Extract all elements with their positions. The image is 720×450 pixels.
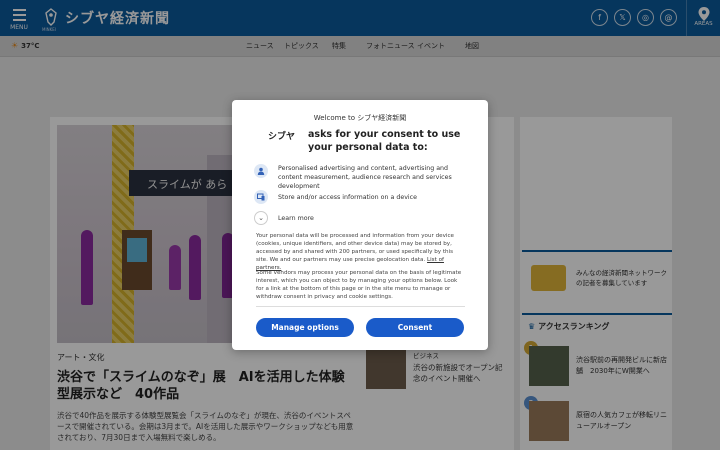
consent-button[interactable]: Consent xyxy=(366,318,464,337)
purpose-text: Store and/or access information on a dev… xyxy=(278,194,418,201)
device-icon xyxy=(254,190,268,204)
dialog-heading: asks for your consent to use your person… xyxy=(308,129,461,153)
person-icon xyxy=(254,164,268,178)
consent-paragraph: Your personal data will be processed and… xyxy=(256,233,454,271)
purpose-item: Personalised advertising and content, ad… xyxy=(254,164,468,191)
learn-more-label: Learn more xyxy=(278,214,314,222)
chevron-down-icon: ⌄ xyxy=(254,211,268,225)
consent-dialog: Welcome to シブヤ経済新聞 シブヤ asks for your con… xyxy=(232,100,488,350)
consent-paragraph: Some vendors may process your personal d… xyxy=(256,270,462,300)
dialog-divider xyxy=(256,306,465,307)
dialog-welcome: Welcome to シブヤ経済新聞 xyxy=(313,114,407,122)
manage-options-button[interactable]: Manage options xyxy=(256,318,354,337)
learn-more-toggle[interactable]: ⌄ Learn more xyxy=(254,211,314,225)
purpose-item: Store and/or access information on a dev… xyxy=(254,190,468,204)
purpose-text: Personalised advertising and content, ad… xyxy=(278,165,452,190)
dialog-site-logo: シブヤ xyxy=(268,132,296,142)
